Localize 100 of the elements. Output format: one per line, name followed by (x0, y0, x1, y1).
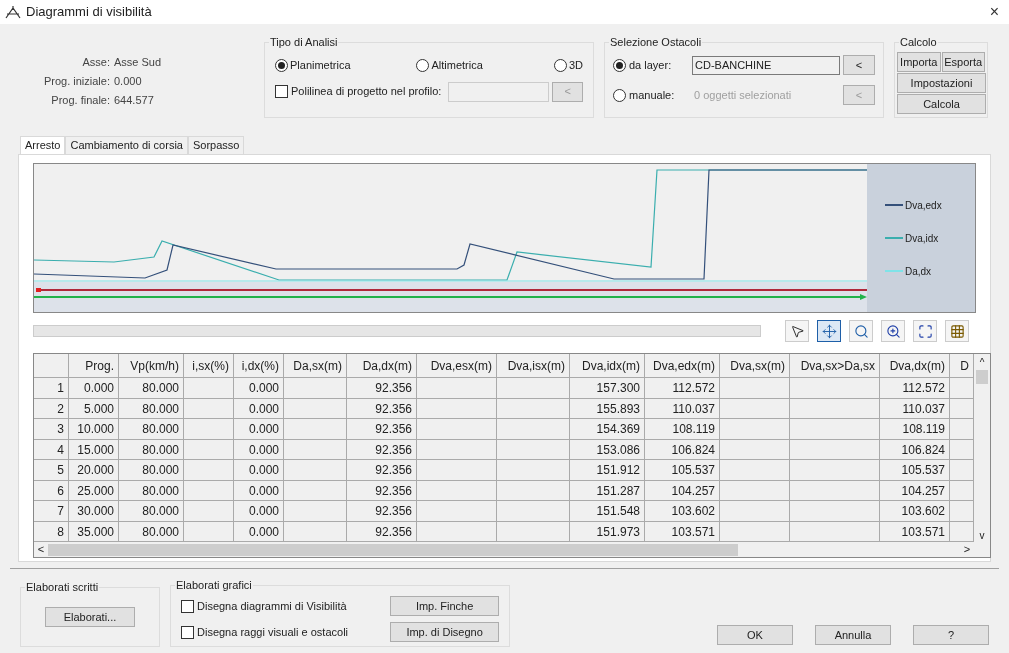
table-cell: 106.824 (880, 439, 950, 460)
radio-button[interactable] (613, 58, 626, 72)
radio-label: Planimetrica (290, 58, 351, 73)
table-cell: 80.000 (119, 398, 184, 419)
table-cell: 0.000 (234, 480, 284, 501)
table-cell (950, 378, 974, 399)
group-title: Calcolo (899, 35, 938, 49)
table-cell (950, 398, 974, 419)
table-cell: 153.086 (570, 439, 645, 460)
table-cell: 104.257 (880, 480, 950, 501)
field-value: Asse Sud (114, 55, 162, 70)
table-cell: 0.000 (234, 521, 284, 542)
layer-field[interactable]: CD-BANCHINE (692, 55, 840, 75)
pointer-icon (789, 323, 805, 339)
table-cell: 92.356 (347, 378, 417, 399)
button[interactable]: Importa (897, 52, 941, 72)
table-cell (720, 480, 790, 501)
table-cell: 103.571 (880, 521, 950, 542)
field-label: Prog. finale: (50, 93, 111, 108)
group-title: Elaborati scritti (25, 580, 100, 594)
table-cell (284, 460, 347, 481)
table-cell (950, 439, 974, 460)
table-cell: 92.356 (347, 439, 417, 460)
table-cell: 80.000 (119, 521, 184, 542)
window-title: Diagrammi di visibilità (26, 3, 152, 22)
button[interactable]: ? (913, 625, 989, 645)
column-header: Vp(km/h) (119, 354, 184, 378)
table-cell: 151.973 (570, 521, 645, 542)
table-cell (720, 501, 790, 522)
tool-button[interactable] (817, 320, 841, 342)
scroll-up-button[interactable]: ^ (979, 354, 985, 370)
table-cell: 92.356 (347, 419, 417, 440)
column-header: Da,sx(m) (284, 354, 347, 378)
zoom-extents-icon (917, 323, 933, 339)
table-cell: 92.356 (347, 521, 417, 542)
button[interactable]: < (843, 55, 875, 75)
table-cell: 80.000 (119, 378, 184, 399)
scrollbar[interactable] (33, 325, 761, 337)
row-number: 4 (34, 439, 69, 460)
table-cell: 103.602 (880, 501, 950, 522)
button[interactable]: Impostazioni (897, 73, 986, 93)
checkbox[interactable] (181, 625, 194, 639)
radio-label: 3D (568, 58, 583, 73)
move-icon (821, 323, 837, 339)
scroll-thumb[interactable] (976, 370, 988, 384)
legend-label: Dva,edx (905, 198, 942, 213)
button[interactable]: Calcola (897, 94, 986, 114)
table-cell: 92.356 (347, 501, 417, 522)
radio-button[interactable] (553, 58, 567, 72)
scroll-down-button[interactable]: v (979, 530, 985, 542)
selection-count: 0 oggetti selezionati (693, 87, 793, 103)
button[interactable]: Imp. di Disegno (390, 622, 499, 642)
row-number: 8 (34, 521, 69, 542)
table-cell (284, 521, 347, 542)
tab[interactable]: Cambiamento di corsia (65, 136, 188, 154)
row-number: 1 (34, 378, 69, 399)
table-cell (184, 480, 234, 501)
table-cell (184, 501, 234, 522)
tab[interactable]: Sorpasso (187, 136, 245, 154)
button[interactable]: Imp. Finche (390, 596, 499, 616)
table-cell (284, 439, 347, 460)
legend-label: Dva,idx (905, 231, 939, 246)
table-cell: 15.000 (69, 439, 119, 460)
tab[interactable]: Arresto (20, 136, 66, 154)
radio-button[interactable] (613, 88, 626, 102)
column-header: Dva,esx(m) (417, 354, 497, 378)
table-cell: 0.000 (69, 378, 119, 399)
table-cell (720, 419, 790, 440)
table-cell: 110.037 (880, 398, 950, 419)
column-header: Dva,sx(m) (720, 354, 790, 378)
button[interactable]: OK (717, 625, 793, 645)
button[interactable]: Elaborati... (45, 607, 135, 627)
radio-button[interactable] (416, 58, 430, 72)
table-cell (950, 460, 974, 481)
table-cell (720, 460, 790, 481)
scroll-thumb[interactable] (48, 543, 738, 556)
checkbox[interactable] (181, 599, 194, 613)
table-cell: 25.000 (69, 480, 119, 501)
table-cell (950, 521, 974, 542)
button[interactable]: Esporta (941, 52, 985, 72)
row-number: 3 (34, 419, 69, 440)
button[interactable]: Annulla (815, 625, 891, 645)
table-cell (284, 419, 347, 440)
scroll-left-button[interactable]: < (34, 541, 48, 558)
group-title: Elaborati grafici (175, 578, 253, 592)
column-header: Dva,dx(m) (880, 354, 950, 378)
radio-label: manuale: (629, 87, 676, 103)
table-cell: 155.893 (570, 398, 645, 419)
field-value: 0.000 (114, 74, 142, 89)
table-cell: 0.000 (234, 460, 284, 481)
scroll-right-button[interactable]: > (960, 541, 974, 558)
checkbox[interactable] (275, 85, 288, 98)
table-cell: 0.000 (234, 501, 284, 522)
table-cell: 103.602 (645, 501, 720, 522)
column-header: i,dx(%) (234, 354, 284, 378)
table-cell: 10.000 (69, 419, 119, 440)
close-button[interactable]: × (983, 0, 1005, 24)
table-cell (720, 521, 790, 542)
table-cell: 105.537 (645, 460, 720, 481)
radio-button[interactable] (275, 58, 288, 72)
